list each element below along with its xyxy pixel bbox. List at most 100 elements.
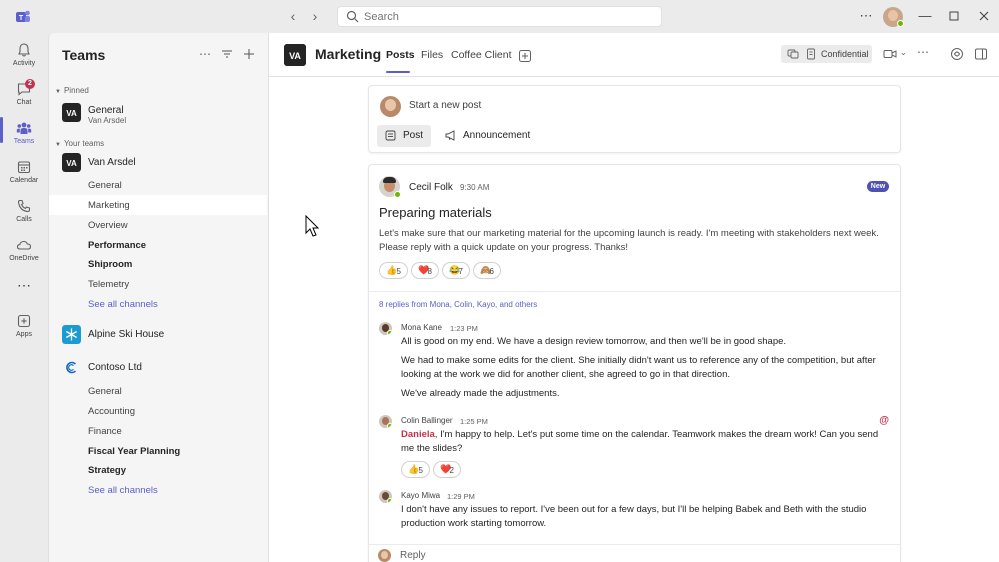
app-rail: Activity 2 Chat Teams Calendar Calls One… <box>0 33 48 562</box>
channel-overview[interactable]: Overview <box>88 220 128 231</box>
post-author[interactable]: Cecil Folk <box>409 182 453 193</box>
pinned-channel-name: General <box>88 105 124 116</box>
more-horizontal-icon: ⋯ <box>17 277 31 293</box>
rail-item-teams[interactable]: Teams <box>0 116 48 156</box>
teams-icon <box>16 122 32 134</box>
chevron-down-icon[interactable]: ⌄ <box>900 48 907 57</box>
reply-author[interactable]: Colin Ballinger <box>401 416 453 425</box>
reply-author-avatar[interactable] <box>379 322 392 335</box>
tab-coffee-client[interactable]: Coffee Client <box>451 49 512 61</box>
rail-item-apps[interactable]: Apps <box>0 309 48 349</box>
reply-timestamp: 1:23 PM <box>450 324 478 333</box>
more-options-icon[interactable]: ⋯ <box>917 45 929 59</box>
presence-available-icon <box>394 191 401 198</box>
team-alpine-ski-house[interactable]: Alpine Ski House <box>62 325 262 347</box>
rail-label-apps: Apps <box>16 331 32 338</box>
reply-author-avatar[interactable] <box>379 490 392 503</box>
channel-fiscal-year-planning[interactable]: Fiscal Year Planning <box>88 446 180 457</box>
announcement-type-label: Announcement <box>463 130 531 141</box>
add-icon[interactable] <box>242 47 256 61</box>
reply-author[interactable]: Mona Kane <box>401 323 442 332</box>
reaction-monkey[interactable]: 🙈 6 <box>473 262 501 279</box>
reply-author-avatar[interactable] <box>379 415 392 428</box>
back-arrow-icon[interactable]: ‹ <box>285 8 301 24</box>
svg-text:VA: VA <box>66 109 77 118</box>
minimize-icon[interactable]: — <box>917 8 933 24</box>
section-your-teams[interactable]: ▼ Your teams <box>55 139 104 148</box>
reaction-like[interactable]: 👍 5 <box>401 461 430 478</box>
search-box[interactable] <box>337 6 662 27</box>
van-arsdel-logo-icon: VA <box>62 103 81 122</box>
tab-files[interactable]: Files <box>421 49 443 61</box>
channel-accounting[interactable]: Accounting <box>88 406 135 417</box>
more-options-icon[interactable]: ⋯ <box>198 47 212 61</box>
rail-item-onedrive[interactable]: OneDrive <box>0 233 48 273</box>
channel-shiproom[interactable]: Shiproom <box>88 259 132 270</box>
copilot-icon[interactable] <box>950 47 964 61</box>
new-badge: New <box>867 181 889 192</box>
new-post-prompt[interactable]: Start a new post <box>409 100 481 111</box>
post-icon <box>385 130 396 141</box>
section-pinned[interactable]: ▼ Pinned <box>55 86 89 95</box>
reply-timestamp: 1:25 PM <box>460 417 488 426</box>
team-name: Alpine Ski House <box>88 329 165 340</box>
section-your-teams-label: Your teams <box>63 139 105 148</box>
mention-daniela[interactable]: Daniela <box>401 429 435 440</box>
see-all-channels-link[interactable]: See all channels <box>88 485 158 496</box>
reply-text: , I'm happy to help. Let's put some time… <box>401 429 879 454</box>
channel-strategy[interactable]: Strategy <box>88 465 126 476</box>
team-name: Van Arsdel <box>88 157 136 168</box>
post-type-button[interactable]: Post <box>377 125 431 147</box>
rail-more-apps[interactable]: ⋯ <box>0 275 48 295</box>
channel-marketing[interactable]: Marketing <box>88 200 130 211</box>
team-van-arsdel[interactable]: VA Van Arsdel <box>62 153 262 175</box>
tab-posts[interactable]: Posts <box>386 49 415 61</box>
channel-finance[interactable]: Finance <box>88 426 122 437</box>
post-type-label: Post <box>403 130 424 141</box>
thumbs-up-icon: 👍 <box>386 265 398 275</box>
replies-summary-link[interactable]: 8 replies from Mona, Colin, Kayo, and ot… <box>379 300 537 309</box>
rail-item-calls[interactable]: Calls <box>0 194 48 234</box>
team-contoso-ltd[interactable]: Contoso Ltd <box>62 358 262 380</box>
channel-details-icon[interactable] <box>974 47 988 61</box>
sensitivity-label[interactable]: Confidential <box>781 45 872 63</box>
channel-performance[interactable]: Performance <box>88 240 146 251</box>
pinned-channel-general[interactable]: VA General Van Arsdel <box>62 103 262 125</box>
reply-author[interactable]: Kayo Miwa <box>401 491 440 500</box>
phone-icon <box>17 199 31 213</box>
search-input[interactable] <box>364 8 654 25</box>
maximize-icon[interactable] <box>946 8 962 24</box>
rail-item-calendar[interactable]: Calendar <box>0 155 48 195</box>
channel-general[interactable]: General <box>88 180 122 191</box>
more-options-icon[interactable]: ⋯ <box>858 8 874 24</box>
reaction-heart[interactable]: ❤️ 8 <box>411 262 439 279</box>
see-all-channels-link[interactable]: See all channels <box>88 299 158 310</box>
team-name: Contoso Ltd <box>88 362 142 373</box>
reply-composer[interactable]: Reply <box>368 544 901 562</box>
teams-panel: Teams ⋯ ▼ Pinned VA General Van Arsdel ▼ Y… <box>48 33 268 562</box>
reaction-laugh[interactable]: 😂 7 <box>442 262 470 279</box>
snowflake-logo-icon <box>62 325 81 344</box>
announcement-type-button[interactable]: Announcement <box>439 125 539 147</box>
van-arsdel-logo-icon: VA <box>284 44 306 66</box>
new-post-card[interactable]: Start a new post Post Announcement <box>368 85 901 153</box>
svg-text:T: T <box>19 15 24 22</box>
thread-divider <box>369 291 900 292</box>
caret-down-icon: ▼ <box>55 142 61 148</box>
channel-post: Cecil Folk 9:30 AM New Preparing materia… <box>368 164 901 562</box>
reaction-like[interactable]: 👍 5 <box>379 262 408 279</box>
channel-telemetry[interactable]: Telemetry <box>88 279 129 290</box>
rail-label-chat: Chat <box>16 99 32 106</box>
video-call-icon[interactable] <box>883 47 897 61</box>
channel-general[interactable]: General <box>88 386 122 397</box>
rail-item-chat[interactable]: 2 Chat <box>0 77 48 117</box>
close-icon[interactable] <box>976 8 992 24</box>
reaction-count: 2 <box>449 466 454 475</box>
reply-prompt[interactable]: Reply <box>400 550 426 561</box>
forward-arrow-icon[interactable]: › <box>307 8 323 24</box>
add-tab-icon[interactable] <box>519 50 531 62</box>
reaction-heart[interactable]: ❤️ 2 <box>433 461 461 478</box>
filter-icon[interactable] <box>220 47 234 61</box>
mouse-pointer-icon <box>305 215 319 237</box>
rail-item-activity[interactable]: Activity <box>0 38 48 78</box>
